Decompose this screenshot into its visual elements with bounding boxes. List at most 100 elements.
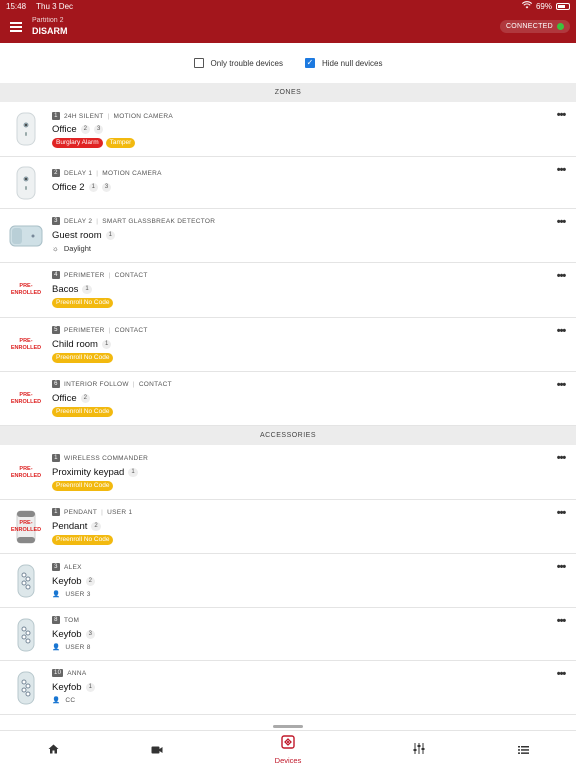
more-options-icon[interactable]: •••	[554, 669, 568, 680]
accessory-row[interactable]: 8 TOM Keyfob 3 👤 USER 8 •••	[0, 608, 576, 661]
accessory-name: Keyfob	[52, 629, 82, 640]
zone-type: 24H SILENT	[64, 112, 104, 120]
preenroll-tag: Preenroll No Code	[52, 481, 114, 491]
tamper-tag: Tamper	[105, 138, 136, 148]
devices-icon	[281, 735, 295, 754]
accessory-number: 1	[52, 454, 60, 462]
more-options-icon[interactable]: •••	[554, 326, 568, 337]
sun-icon: ☼	[52, 244, 59, 253]
zone-type: INTERIOR FOLLOW	[64, 380, 129, 388]
more-options-icon[interactable]: •••	[554, 453, 568, 464]
accessory-number: 8	[52, 616, 60, 624]
partition-label: Partition 2	[32, 17, 64, 24]
zone-row[interactable]: PRE- ENROLLED 6 INTERIOR FOLLOW | CONTACT Of…	[0, 372, 576, 426]
status-time: 15:48	[6, 2, 27, 11]
home-icon	[48, 741, 59, 759]
hide-null-label: Hide null devices	[322, 58, 383, 68]
zone-number: 3	[52, 217, 60, 225]
zone-row[interactable]: 3 DELAY 2 | SMART GLASSBREAK DETECTOR Guest…	[0, 209, 576, 263]
accessories-section-header: ACCESSORIES	[0, 426, 576, 445]
zone-number: 2	[52, 169, 60, 177]
accessory-number: 10	[52, 669, 64, 677]
accessory-name: Pendant	[52, 521, 88, 532]
nav-controls[interactable]	[389, 731, 449, 768]
filter-bar: Only trouble devices ✓ Hide null devices	[0, 43, 576, 83]
zone-row[interactable]: 2 DELAY 1 | MOTION CAMERA Office 213 •••	[0, 157, 576, 209]
zone-type: DELAY 2	[64, 217, 93, 225]
glassbreak-detector-icon	[8, 218, 44, 254]
accessory-row[interactable]: 10 ANNA Keyfob 1 👤 CC •••	[0, 661, 576, 715]
partition-pill: 3	[93, 125, 104, 134]
only-trouble-checkbox[interactable]: Only trouble devices	[193, 58, 283, 68]
zone-name: Office	[52, 393, 77, 404]
motion-camera-icon	[8, 111, 44, 147]
video-camera-icon	[151, 741, 163, 759]
more-options-icon[interactable]: •••	[554, 165, 568, 176]
checkbox-checked-icon[interactable]: ✓	[305, 58, 315, 68]
pre-enrolled-contact-icon: PRE- ENROLLED	[10, 283, 42, 296]
zones-section-header: ZONES	[0, 83, 576, 102]
sliders-icon	[413, 741, 425, 759]
accessory-row[interactable]: PRE- ENROLLED 1 PENDANT | USER 1 Pendant 2 Pr…	[0, 500, 576, 554]
zone-row[interactable]: PRE- ENROLLED 5 PERIMETER | CONTACT Child ro…	[0, 318, 576, 372]
accessory-number: 1	[52, 508, 60, 516]
accessory-row[interactable]: PRE- ENROLLED 1 WIRELESS COMMANDER Proximi…	[0, 445, 576, 500]
motion-camera-icon	[8, 165, 44, 201]
accessory-number: 3	[52, 563, 60, 571]
zone-type: PERIMETER	[64, 326, 105, 334]
preenroll-tag: Preenroll No Code	[52, 353, 114, 363]
zone-name: Guest room	[52, 230, 102, 241]
assigned-user: USER 8	[65, 643, 91, 651]
accessory-row[interactable]: 3 ALEX Keyfob 2 👤 USER 3 •••	[0, 554, 576, 608]
only-trouble-label: Only trouble devices	[210, 58, 283, 68]
more-options-icon[interactable]: •••	[554, 562, 568, 573]
zone-name: Office 2	[52, 182, 85, 193]
accessory-type: TOM	[64, 616, 80, 624]
hide-null-checkbox[interactable]: ✓ Hide null devices	[305, 58, 382, 68]
checkbox-unchecked-icon[interactable]	[193, 58, 204, 68]
partition-state: DISARM	[32, 26, 68, 36]
nav-cameras[interactable]	[127, 731, 187, 768]
nav-devices[interactable]: Devices	[258, 731, 318, 768]
zone-model: MOTION CAMERA	[113, 112, 174, 120]
zone-model: MOTION CAMERA	[102, 169, 162, 177]
pre-enrolled-contact-icon: PRE- ENROLLED	[10, 338, 42, 351]
partition-pill: 1	[88, 183, 98, 192]
zone-row[interactable]: 1 24H SILENT | MOTION CAMERA Office 2 3 Burgl…	[0, 102, 576, 157]
zone-model: CONTACT	[138, 380, 172, 388]
nav-devices-label: Devices	[274, 756, 302, 765]
user-icon: 👤	[52, 697, 61, 704]
pre-enrolled-contact-icon: PRE- ENROLLED	[10, 392, 42, 405]
more-options-icon[interactable]: •••	[554, 271, 568, 282]
nav-home[interactable]	[23, 731, 83, 768]
more-options-icon[interactable]: •••	[554, 217, 568, 228]
zone-model: CONTACT	[114, 326, 148, 334]
more-options-icon[interactable]: •••	[554, 380, 568, 391]
hamburger-menu-icon[interactable]	[10, 22, 22, 32]
zone-model: SMART GLASSBREAK DETECTOR	[102, 217, 216, 225]
zone-type: PERIMETER	[64, 271, 105, 279]
more-options-icon[interactable]: •••	[554, 110, 568, 121]
status-bar: 15:48 Thu 3 Dec 69%	[0, 0, 576, 12]
assigned-user: CC	[65, 696, 76, 704]
zone-model: CONTACT	[114, 271, 148, 279]
partition-pill: 1	[128, 468, 138, 477]
accessory-type: ANNA	[67, 669, 87, 677]
zone-name: Office	[52, 124, 77, 135]
more-options-icon[interactable]: •••	[554, 616, 568, 627]
accessory-type: ALEX	[64, 563, 82, 571]
zone-number: 6	[52, 380, 60, 388]
accessory-type: PENDANT	[64, 508, 98, 516]
user-icon: 👤	[52, 591, 61, 598]
home-indicator[interactable]	[273, 725, 303, 728]
pre-enrolled-keypad-icon: PRE- ENROLLED	[10, 466, 42, 479]
zone-row[interactable]: PRE- ENROLLED 4 PERIMETER | CONTACT Bacos 1 P…	[0, 263, 576, 318]
connection-dot-icon	[557, 23, 564, 30]
accessory-name: Keyfob	[52, 682, 82, 693]
partition-pill: 2	[80, 394, 90, 403]
app-header: 15:48 Thu 3 Dec 69% Partition 2 DISARM C…	[0, 0, 576, 43]
more-options-icon[interactable]: •••	[554, 508, 568, 519]
connection-label: CONNECTED	[505, 23, 553, 30]
nav-menu[interactable]	[493, 731, 553, 768]
partition-pill: 2	[85, 577, 95, 586]
